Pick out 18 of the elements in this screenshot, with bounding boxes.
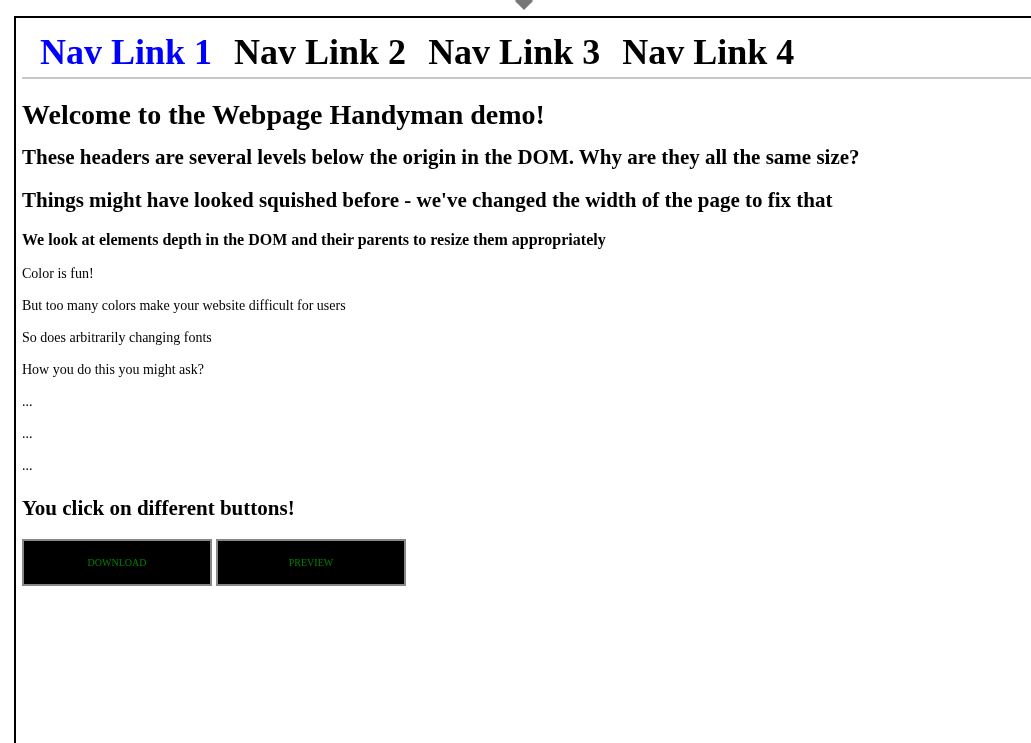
nav-link[interactable]: Nav Link 2 [234,30,407,73]
nav-link[interactable]: Nav Link 1 [40,30,213,73]
nav-link[interactable]: Nav Link 4 [622,30,795,73]
paragraph: But too many colors make your website difficult for users [22,297,347,314]
nav-link[interactable]: Nav Link 3 [428,30,601,73]
paragraph: ... [22,457,34,474]
paragraph: ... [22,425,34,442]
heading: Welcome to the Webpage Handyman demo! [22,99,546,131]
paragraph: How you do this you might ask? [22,361,205,378]
heading: You click on different buttons! [22,496,296,521]
action-button[interactable]: DOWNLOAD [22,539,212,586]
paragraph: Color is fun! [22,265,95,282]
paragraph: So does arbitrarily changing fonts [22,329,213,346]
paragraph: ... [22,393,34,410]
heading: We look at elements depth in the DOM and their parents to resize them appropriately [22,231,607,249]
heading: Things might have looked squished before - we've changed the width of the page to fix that [22,188,834,213]
heading: These headers are several levels below the origin in the DOM. Why are they all the same size? [22,145,861,170]
action-button[interactable]: PREVIEW [216,539,406,586]
